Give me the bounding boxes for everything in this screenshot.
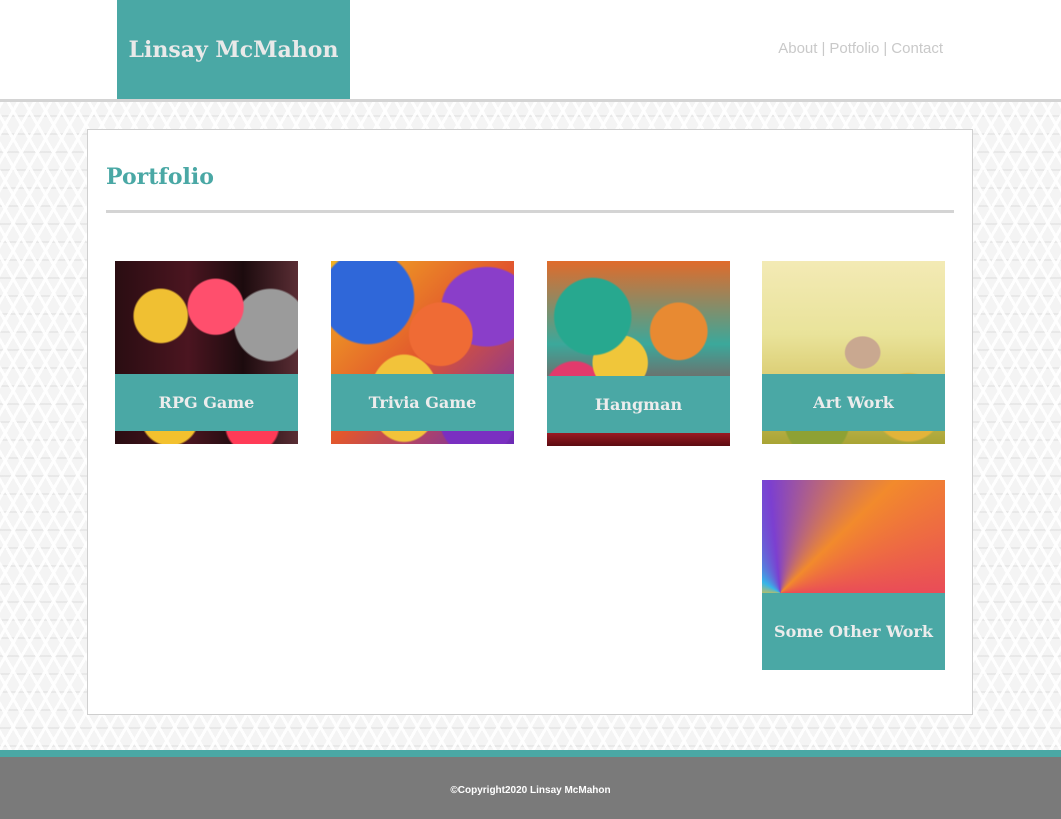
portfolio-card-some-other-work[interactable]: Some Other Work — [762, 480, 945, 670]
site-header: Linsay McMahon About | Potfolio | Contac… — [0, 0, 1061, 102]
main-nav: About | Potfolio | Contact — [778, 40, 943, 57]
site-footer: ©Copyright2020 Linsay McMahon — [0, 750, 1061, 819]
card-thumbnail-image — [762, 480, 945, 593]
title-divider — [106, 210, 954, 213]
nav-link-about[interactable]: About — [778, 40, 817, 57]
nav-link-contact[interactable]: Contact — [891, 40, 943, 57]
card-label: Trivia Game — [331, 374, 514, 431]
portfolio-card-art-work[interactable]: Art Work — [762, 261, 945, 444]
card-label: RPG Game — [115, 374, 298, 431]
portfolio-card-rpg-game[interactable]: RPG Game — [115, 261, 298, 444]
portfolio-card-trivia-game[interactable]: Trivia Game — [331, 261, 514, 444]
portfolio-panel: Portfolio RPG Game Trivia Game Hangman A… — [87, 129, 973, 715]
page-title: Portfolio — [106, 164, 214, 190]
nav-link-portfolio[interactable]: Potfolio — [829, 40, 879, 57]
portfolio-card-hangman[interactable]: Hangman — [547, 261, 730, 446]
nav-separator: | — [883, 40, 888, 57]
card-label: Some Other Work — [762, 593, 945, 670]
nav-separator: | — [821, 40, 826, 57]
card-label: Hangman — [547, 376, 730, 433]
brand-logo[interactable]: Linsay McMahon — [117, 0, 350, 99]
copyright-text: ©Copyright2020 Linsay McMahon — [450, 785, 611, 796]
card-label: Art Work — [762, 374, 945, 431]
